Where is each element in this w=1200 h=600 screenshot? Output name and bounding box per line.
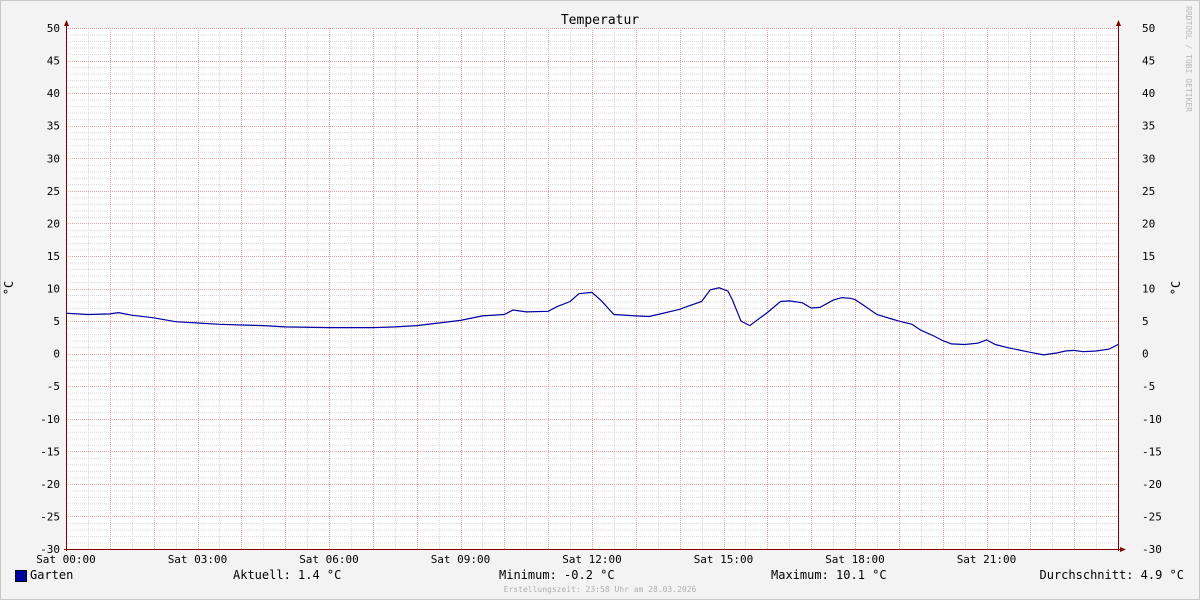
y-tick-label-right: 10 <box>1142 283 1155 296</box>
y-tick-label-right: 0 <box>1142 348 1149 361</box>
legend-series-name: Garten <box>30 568 74 582</box>
y-axis-label-right: °C <box>1169 281 1183 295</box>
x-axis-ticks: Sat 00:00 Sat 03:00 Sat 06:00 Sat 09:00 Sat … <box>36 553 1016 566</box>
legend-maximum: Maximum: 10.1 °C <box>771 568 887 582</box>
y-tick-label-right: 45 <box>1142 55 1155 68</box>
y-tick-label-right: -30 <box>1142 543 1162 556</box>
y-tick-label-right: 40 <box>1142 87 1155 100</box>
y-tick-label-right: -20 <box>1142 478 1162 491</box>
y-tick-label-right: 15 <box>1142 250 1155 263</box>
y-tick-label-left: 30 <box>47 152 60 165</box>
y-tick-label-left: 15 <box>47 250 60 263</box>
y-tick-label-right: -10 <box>1142 413 1162 426</box>
x-tick-label: Sat 21:00 <box>957 553 1017 566</box>
x-tick-label: Sat 15:00 <box>694 553 754 566</box>
y-tick-label-left: -5 <box>47 380 60 393</box>
y-tick-label-left: 40 <box>47 87 60 100</box>
y-tick-label-left: -10 <box>40 413 60 426</box>
y-axis-right-arrow <box>1116 20 1121 26</box>
y-tick-label-right: 50 <box>1142 22 1155 35</box>
y-tick-label-right: -15 <box>1142 445 1162 458</box>
x-tick-label: Sat 12:00 <box>562 553 622 566</box>
creation-time-footnote: Erstellungszeit: 23:58 Uhr am 28.03.2026 <box>503 585 697 594</box>
legend-current: Aktuell: 1.4 °C <box>233 568 342 582</box>
y-tick-label-right: 20 <box>1142 217 1155 230</box>
legend-average: Durchschnitt: 4.9 °C <box>1039 568 1185 582</box>
x-tick-label: Sat 09:00 <box>431 553 491 566</box>
y-tick-label-left: 5 <box>53 315 60 328</box>
y-tick-label-left: 0 <box>53 348 60 361</box>
x-tick-label: Sat 18:00 <box>825 553 885 566</box>
y-tick-label-right: 35 <box>1142 120 1155 133</box>
y-tick-label-right: -25 <box>1142 510 1162 523</box>
y-tick-label-left: 50 <box>47 22 60 35</box>
y-axis-label-left: °C <box>2 281 16 295</box>
y-tick-label-left: -15 <box>40 445 60 458</box>
y-tick-label-right: 30 <box>1142 152 1155 165</box>
y-tick-label-right: 25 <box>1142 185 1155 198</box>
y-tick-label-left: 10 <box>47 283 60 296</box>
y-tick-label-right: 5 <box>1142 315 1149 328</box>
y-tick-label-left: -25 <box>40 510 60 523</box>
y-tick-label-left: 20 <box>47 217 60 230</box>
y-tick-label-left: 25 <box>47 185 60 198</box>
x-tick-label: Sat 03:00 <box>168 553 228 566</box>
x-tick-label: Sat 06:00 <box>299 553 359 566</box>
x-axis-arrow <box>1120 547 1126 552</box>
y-axis-left-arrow <box>64 20 69 26</box>
chart-title: Temperatur <box>561 13 639 28</box>
legend-swatch-garten <box>15 570 27 582</box>
legend-minimum: Minimum: -0.2 °C <box>499 568 615 582</box>
y-tick-label-right: -5 <box>1142 380 1155 393</box>
x-tick-label: Sat 00:00 <box>36 553 96 566</box>
temperature-chart: -30-25-20-15-10-505101520253035404550 -3… <box>2 13 1183 566</box>
y-axis-left-ticks: -30-25-20-15-10-505101520253035404550 <box>40 22 60 556</box>
y-tick-label-left: 35 <box>47 120 60 133</box>
watermark-text: RRDTOOL / TOBI OETIKER <box>1184 6 1193 112</box>
y-tick-label-left: -20 <box>40 478 60 491</box>
y-tick-label-left: 45 <box>47 55 60 68</box>
y-axis-right-ticks: -30 -25 -20 -15 -10 -5 0 5 10 15 20 25 30 35 40 45 50 <box>1142 22 1162 556</box>
